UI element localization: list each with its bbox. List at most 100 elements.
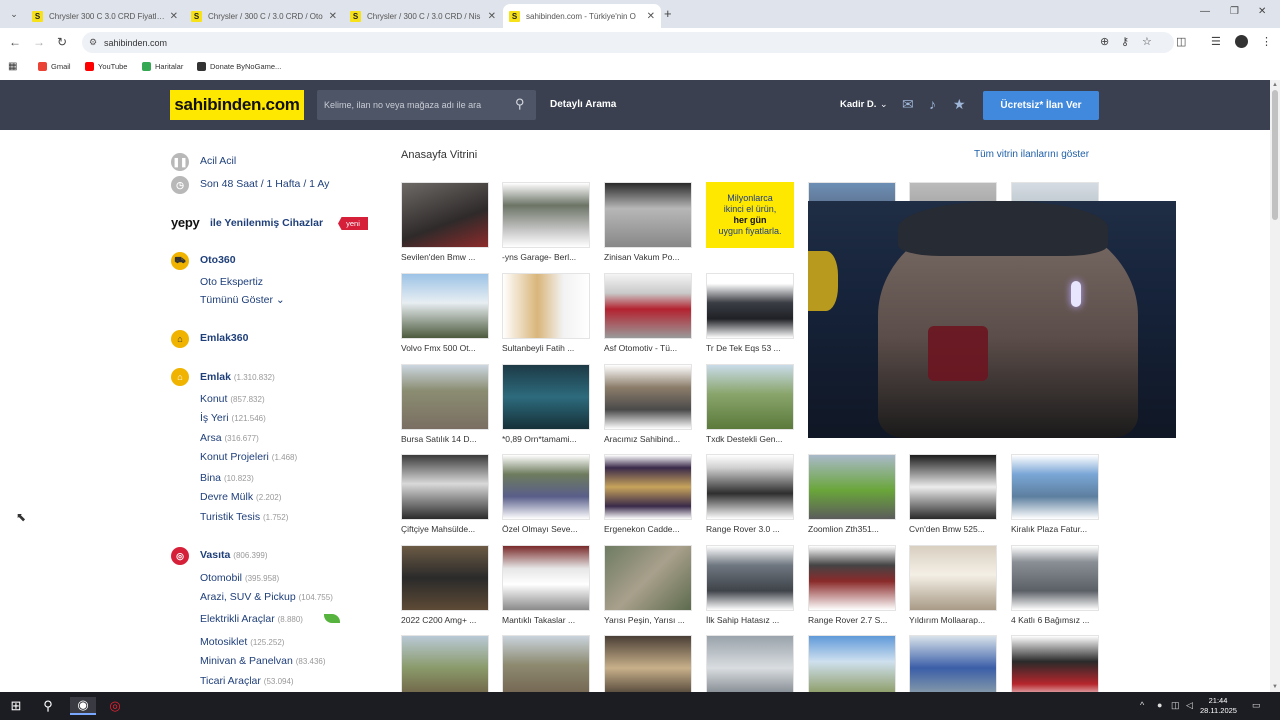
promo-banner[interactable]: Milyonlarca ikinci el ürün, her gün uygu… [706, 182, 794, 248]
listing-card[interactable]: Yarısı Peşin, Yarısı ... [604, 545, 692, 625]
search-icon[interactable]: ⚲ [515, 96, 525, 112]
subcategory-item[interactable]: Konut Projeleri (1.468) [200, 451, 297, 463]
close-tab-icon[interactable]: ✕ [329, 11, 337, 22]
listing-card[interactable]: 2022 C200 Amg+ ... [401, 545, 489, 625]
listing-card[interactable]: -yns Garage- Berl... [502, 182, 590, 262]
subcategory-item[interactable]: Elektrikli Araçlar (8.880) [200, 613, 303, 625]
listing-card[interactable]: Özel Olmayı Seve... [502, 454, 590, 534]
close-tab-icon[interactable]: ✕ [488, 11, 496, 22]
browser-tab[interactable]: S Chrysler 300 C 3.0 CRD Fiyatları ✕ [26, 4, 184, 28]
bookmark-star-icon[interactable]: ☆ [1142, 35, 1152, 48]
listing-card[interactable]: İlk Sahip Hatasız ... [706, 545, 794, 625]
listing-card[interactable]: Mantıklı Takaslar ... [502, 545, 590, 625]
listing-card[interactable]: Bursa Satılık 14 D... [401, 364, 489, 444]
back-icon[interactable]: ← [9, 35, 21, 49]
minimize-icon[interactable]: — [1200, 6, 1210, 17]
subcategory-item[interactable]: Otomobil (395.958) [200, 572, 279, 584]
listing-card[interactable]: Tr De Tek Eqs 53 ... [706, 273, 794, 353]
chevron-down-icon[interactable]: ⌄ [880, 99, 888, 110]
yepy-logo[interactable]: yepy [171, 215, 200, 230]
browser-tab-active[interactable]: S sahibinden.com - Türkiye'nin O ✕ [503, 4, 661, 28]
scroll-up-icon[interactable]: ▲ [1272, 82, 1278, 88]
subcategory-item[interactable]: Arsa (316.677) [200, 432, 259, 444]
listing-card[interactable]: Sevilen'den Bmw ... [401, 182, 489, 262]
favorites-star-icon[interactable]: ★ [953, 96, 966, 113]
category-vasita[interactable]: Vasıta (806.399) [200, 549, 268, 561]
close-window-icon[interactable]: ✕ [1258, 6, 1266, 17]
post-ad-button[interactable]: Ücretsiz* İlan Ver [983, 91, 1099, 120]
zoom-icon[interactable]: ⊕ [1100, 35, 1109, 48]
notifications-icon[interactable]: ▭ [1252, 700, 1261, 711]
tray-chevron-icon[interactable]: ^ [1140, 700, 1144, 710]
listing-card[interactable]: Range Rover 3.0 ... [706, 454, 794, 534]
subcategory-item[interactable]: Minivan & Panelvan (83.436) [200, 655, 326, 667]
system-clock[interactable]: 21:44 28.11.2025 [1200, 696, 1237, 716]
sidebar-emlak360[interactable]: Emlak360 [200, 332, 248, 344]
close-tab-icon[interactable]: ✕ [647, 11, 655, 22]
password-key-icon[interactable]: ⚷ [1121, 35, 1129, 48]
close-tab-icon[interactable]: ✕ [170, 11, 178, 22]
sahibinden-logo[interactable]: sahibinden.com [170, 90, 304, 120]
listing-card[interactable]: 4 Katlı 6 Bağımsız ... [1011, 545, 1099, 625]
reload-icon[interactable]: ↻ [57, 35, 67, 49]
browser-tab[interactable]: S Chrysler / 300 C / 3.0 CRD / Nis ✕ [344, 4, 502, 28]
address-bar[interactable]: ⚙ sahibinden.com [82, 32, 1174, 53]
sidebar-oto360[interactable]: Oto360 [200, 254, 236, 266]
restore-icon[interactable]: ❐ [1230, 6, 1239, 17]
subcategory-item[interactable]: Motosiklet (125.252) [200, 636, 284, 648]
scrollbar-thumb[interactable] [1272, 90, 1278, 220]
extensions-icon[interactable]: ◫ [1176, 35, 1186, 48]
detailed-search-link[interactable]: Detaylı Arama [550, 99, 616, 110]
search-icon[interactable]: ⚲ [38, 697, 58, 715]
subcategory-item[interactable]: Ticari Araçlar (53.094) [200, 675, 294, 687]
subcategory-item[interactable]: Devre Mülk (2.202) [200, 491, 281, 503]
listing-card[interactable]: Zinisan Vakum Po... [604, 182, 692, 262]
showcase-all-link[interactable]: Tüm vitrin ilanlarını göster [974, 149, 1089, 160]
show-all-link[interactable]: Tümünü Göster ⌄ [200, 294, 285, 306]
subcategory-item[interactable]: Konut (857.832) [200, 393, 265, 405]
search-input[interactable]: Kelime, ilan no veya mağaza adı ile ara [317, 90, 536, 120]
profile-avatar-icon[interactable] [1235, 35, 1248, 48]
reading-list-icon[interactable]: ☰ [1211, 35, 1221, 48]
windows-start-icon[interactable]: ⊞ [6, 697, 26, 715]
bookmark-youtube[interactable]: YouTube [85, 62, 127, 71]
subcategory-item[interactable]: İş Yeri (121.546) [200, 412, 266, 424]
listing-card[interactable]: Asf Otomotiv - Tü... [604, 273, 692, 353]
listing-card[interactable]: Yıldırım Mollaarap... [909, 545, 997, 625]
subcategory-item[interactable]: Bina (10.823) [200, 472, 254, 484]
browser-tab[interactable]: S Chrysler / 300 C / 3.0 CRD / Oto ✕ [185, 4, 343, 28]
listing-card[interactable]: Volvo Fmx 500 Ot... [401, 273, 489, 353]
listing-card[interactable]: Aracımız Sahibind... [604, 364, 692, 444]
sidebar-urgent-link[interactable]: Acil Acil [200, 155, 236, 167]
recording-app-icon[interactable]: ◎ [104, 697, 126, 715]
listing-card[interactable]: Sultanbeyli Fatih ... [502, 273, 590, 353]
volume-icon[interactable]: ◁ [1186, 700, 1193, 711]
category-emlak[interactable]: Emlak (1.310.832) [200, 371, 275, 383]
listing-card[interactable]: *0,89 Orn*tamami... [502, 364, 590, 444]
new-tab-icon[interactable]: + [664, 6, 672, 21]
subcategory-item[interactable]: Arazi, SUV & Pickup (104.755) [200, 591, 333, 603]
network-icon[interactable]: ◫ [1171, 700, 1180, 711]
microphone-icon[interactable]: ● [1157, 700, 1162, 710]
site-info-icon[interactable]: ⚙ [89, 37, 97, 48]
apps-grid-icon[interactable]: ▦ [8, 61, 17, 72]
sidebar-recent-link[interactable]: Son 48 Saat / 1 Hafta / 1 Ay [200, 178, 329, 190]
forward-icon[interactable]: → [33, 35, 45, 49]
listing-card[interactable]: Range Rover 2.7 S... [808, 545, 896, 625]
user-menu[interactable]: Kadir D. [840, 99, 876, 110]
listing-card[interactable]: Txdk Destekli Gen... [706, 364, 794, 444]
listing-card[interactable]: Cvn'den Bmw 525... [909, 454, 997, 534]
browser-menu-icon[interactable]: ⋮ [1261, 35, 1272, 48]
tab-search-icon[interactable]: ⌄ [6, 6, 22, 22]
scroll-down-icon[interactable]: ▼ [1272, 684, 1278, 690]
subcategory-item[interactable]: Turistik Tesis (1.752) [200, 511, 288, 523]
messages-icon[interactable]: ✉ [902, 96, 914, 113]
listing-card[interactable]: Kiralık Plaza Fatur... [1011, 454, 1099, 534]
yepy-link[interactable]: ile Yenilenmiş Cihazlar [210, 217, 323, 229]
page-scrollbar[interactable] [1270, 80, 1280, 692]
chrome-icon[interactable]: ◉ [70, 697, 96, 715]
listing-card[interactable]: Zoomlion Zth351... [808, 454, 896, 534]
listing-card[interactable]: Ergenekon Cadde... [604, 454, 692, 534]
bookmark-donate[interactable]: Donate ByNoGame... [197, 62, 281, 71]
listing-card[interactable]: Çiftçiye Mahsülde... [401, 454, 489, 534]
